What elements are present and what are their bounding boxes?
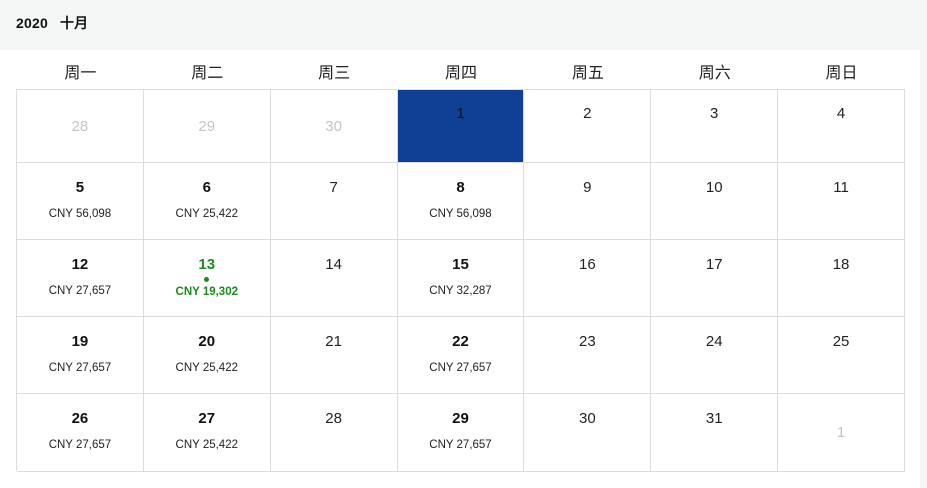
day-price: CNY 27,657 — [48, 285, 112, 297]
calendar-day-cell[interactable]: 20 CNY 25,422 — [143, 317, 271, 394]
day-price: CNY 19,302 — [175, 286, 238, 298]
calendar-day-cell[interactable]: 29 CNY 27,657 — [397, 394, 525, 472]
calendar-day-cell[interactable]: 2 — [524, 90, 652, 163]
day-number: 11 — [833, 179, 849, 196]
weekday-wed: 周三 — [318, 63, 351, 82]
year-label: 2020 — [16, 15, 48, 31]
calendar-day-cell[interactable]: 16 — [524, 240, 652, 317]
day-number: 15 — [452, 256, 469, 273]
day-number: 12 — [71, 256, 89, 273]
day-price: CNY 56,098 — [48, 208, 112, 220]
day-number: 13 — [198, 256, 216, 273]
side-strip — [920, 50, 927, 488]
day-price: CNY 25,422 — [175, 439, 238, 451]
weekday-thu: 周四 — [444, 63, 477, 82]
calendar-day-cell[interactable]: 7 — [270, 163, 398, 240]
calendar-day-cell[interactable]: 24 — [651, 317, 779, 394]
calendar-day-cell[interactable]: 19 CNY 27,657 — [17, 317, 144, 394]
calendar-day-cell[interactable]: 21 — [270, 317, 398, 394]
calendar-day-cell[interactable]: 8 CNY 56,098 — [397, 163, 525, 240]
day-price: CNY 56,098 — [429, 208, 492, 220]
day-number: 2 — [583, 105, 592, 122]
calendar-day-cell: 29 — [143, 90, 271, 163]
calendar-day-cell[interactable]: 15 CNY 32,287 — [397, 240, 525, 317]
calendar-day-cell[interactable]: 17 — [651, 240, 779, 317]
weekday-fri: 周五 — [571, 63, 604, 82]
calendar-day-cell[interactable]: 5 CNY 56,098 — [17, 163, 144, 240]
calendar-day-cell[interactable]: 14 — [270, 240, 398, 317]
calendar-day-cell[interactable]: 3 — [651, 90, 779, 163]
calendar-day-cell: 30 — [270, 90, 398, 163]
calendar-day-cell: 28 — [17, 90, 144, 163]
calendar-day-cell[interactable]: 23 — [524, 317, 652, 394]
day-price: CNY 32,287 — [429, 285, 492, 297]
weekday-tue: 周二 — [191, 63, 224, 82]
calendar-header: 2020 十月 — [0, 0, 927, 50]
day-number: 10 — [705, 179, 723, 196]
day-number: 31 — [705, 410, 723, 427]
day-number: 23 — [579, 333, 596, 350]
calendar-day-cell[interactable]: 13 CNY 19,302 — [143, 240, 271, 317]
day-price: CNY 27,657 — [48, 362, 112, 374]
day-number: 24 — [705, 333, 723, 350]
day-number: 30 — [579, 410, 596, 427]
calendar-day-cell[interactable]: 9 — [524, 163, 652, 240]
day-number: 27 — [198, 410, 216, 427]
calendar-day-cell[interactable]: 12 CNY 27,657 — [17, 240, 144, 317]
calendar-day-cell[interactable]: 4 — [778, 90, 905, 163]
day-price: CNY 27,657 — [429, 439, 492, 451]
day-price: CNY 25,422 — [175, 208, 238, 220]
day-number: 19 — [71, 333, 89, 350]
weekday-header-row: 周一 周二 周三 周四 周五 周六 周日 — [17, 60, 905, 88]
day-number: 8 — [456, 179, 465, 196]
day-number: 28 — [71, 118, 89, 135]
day-number: 28 — [325, 410, 342, 427]
day-number: 9 — [583, 179, 592, 196]
calendar-day-cell[interactable]: 31 — [651, 394, 779, 472]
day-number: 21 — [325, 333, 342, 350]
day-price: CNY 25,422 — [175, 362, 238, 374]
day-number: 30 — [325, 118, 342, 135]
day-number: 25 — [832, 333, 850, 350]
calendar-day-cell[interactable]: 30 — [524, 394, 652, 472]
calendar-grid: 28 29 30 1 2 3 4 5 CNY 56,098 6 CNY 25,422 7 8 CNY 56… — [16, 89, 905, 472]
day-number: 4 — [836, 105, 846, 122]
day-number: 3 — [710, 105, 719, 122]
day-number: 17 — [705, 256, 723, 273]
calendar-day-cell[interactable]: 10 — [651, 163, 779, 240]
day-number: 16 — [579, 256, 596, 273]
day-number: 14 — [325, 256, 342, 273]
day-number: 6 — [202, 179, 211, 196]
calendar-day-cell[interactable]: 28 — [270, 394, 398, 472]
calendar-day-cell[interactable]: 1 — [397, 90, 525, 163]
day-number: 26 — [71, 410, 89, 427]
day-number: 18 — [832, 256, 850, 273]
calendar-day-cell[interactable]: 22 CNY 27,657 — [397, 317, 525, 394]
calendar-day-cell[interactable]: 18 — [778, 240, 905, 317]
day-price: CNY 27,657 — [429, 362, 492, 374]
weekday-mon: 周一 — [64, 63, 97, 82]
day-number: 29 — [198, 118, 216, 135]
calendar-day-cell[interactable]: 25 — [778, 317, 905, 394]
calendar-day-cell: 1 — [778, 394, 905, 472]
day-number: 29 — [452, 410, 469, 427]
month-label: 十月 — [59, 15, 89, 31]
day-number: 22 — [452, 333, 469, 350]
calendar-day-cell[interactable]: 27 CNY 25,422 — [143, 394, 271, 472]
day-price: CNY 27,657 — [48, 439, 112, 451]
calendar-day-cell[interactable]: 6 CNY 25,422 — [143, 163, 271, 240]
calendar-day-cell[interactable]: 11 — [778, 163, 905, 240]
lowest-price-dot-icon — [204, 277, 210, 282]
month-title: 2020 十月 — [16, 13, 88, 33]
day-number: 7 — [329, 179, 338, 196]
weekday-sun: 周日 — [825, 63, 858, 82]
day-number: 1 — [456, 105, 465, 122]
calendar-day-cell[interactable]: 26 CNY 27,657 — [17, 394, 144, 472]
day-number: 5 — [75, 179, 85, 196]
weekday-sat: 周六 — [698, 63, 731, 82]
day-number: 1 — [836, 424, 846, 441]
day-number: 20 — [198, 333, 216, 350]
